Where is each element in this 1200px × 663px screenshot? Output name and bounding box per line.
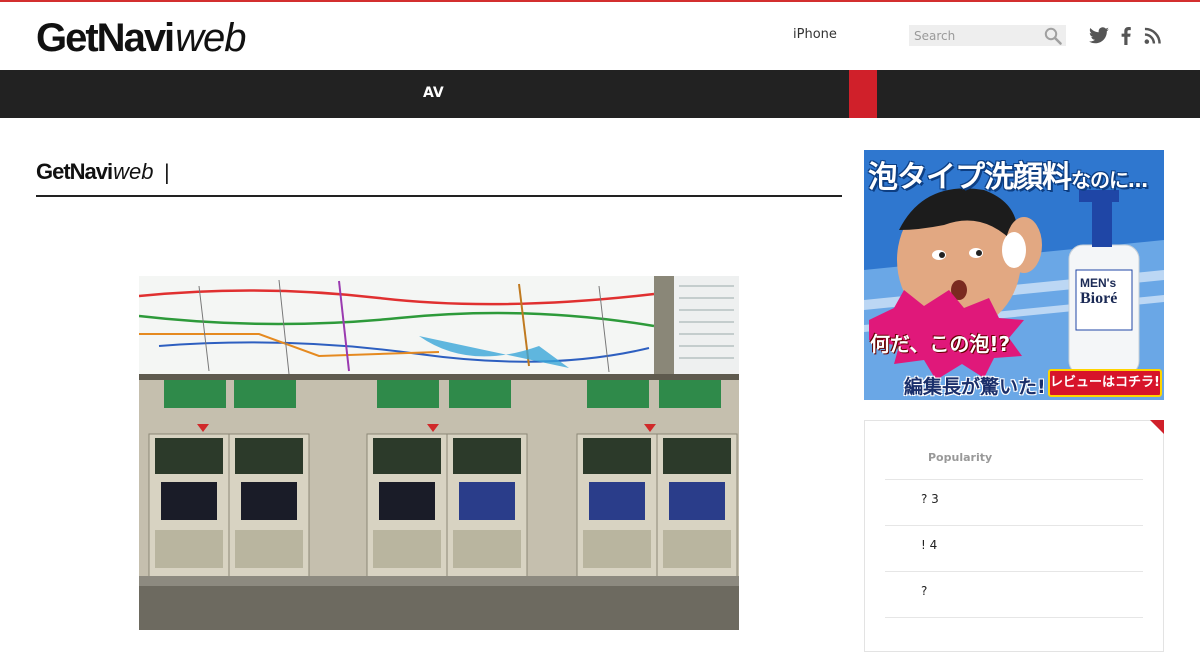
- list-item[interactable]: ?: [885, 571, 1143, 617]
- main-navbar: AV: [0, 70, 1200, 118]
- search-input[interactable]: [909, 25, 1044, 47]
- section-separator: |: [163, 160, 171, 184]
- ad-cta-button[interactable]: レビューはコチラ!: [1048, 369, 1162, 397]
- popularity-title: Popularity: [928, 451, 993, 464]
- ad-brand-line2: Bioré: [1080, 290, 1118, 307]
- twitter-icon[interactable]: [1088, 27, 1110, 45]
- ad-subtext: 編集長が驚いた!: [904, 376, 1046, 398]
- search-box: [909, 25, 1066, 47]
- list-item-label: ?: [921, 584, 928, 598]
- list-item[interactable]: ! 4: [885, 525, 1143, 571]
- section-heading: GetNavi web |: [36, 158, 842, 197]
- rss-icon[interactable]: [1144, 27, 1161, 45]
- popularity-widget: Popularity ? 3 ! 4 ?: [864, 420, 1164, 652]
- list-item-label: ! 4: [921, 538, 938, 552]
- top-accent-line: [0, 0, 1200, 2]
- ad-headline: 泡タイプ洗顔料なのに…: [868, 160, 1148, 195]
- advertisement-banner[interactable]: 泡タイプ洗顔料なのに… MEN's Bioré 何だ、この泡!? 編集長が驚いた…: [864, 150, 1164, 400]
- header-link-iphone[interactable]: iPhone: [793, 27, 837, 42]
- section-logo: GetNavi web |: [36, 159, 171, 185]
- nav-item-av[interactable]: AV: [423, 85, 444, 101]
- nav-accent-block: [849, 70, 877, 118]
- site-logo[interactable]: GetNavi web: [36, 16, 247, 60]
- section-logo-bold: GetNavi: [36, 159, 113, 184]
- ad-burst-text: 何だ、この泡!?: [870, 332, 1011, 356]
- ad-brand-line1: MEN's: [1080, 276, 1117, 290]
- corner-ribbon-icon: [1150, 420, 1164, 434]
- search-icon[interactable]: [1044, 27, 1062, 45]
- article-photo-ticket-machines[interactable]: [139, 276, 739, 630]
- facebook-icon[interactable]: [1120, 27, 1132, 45]
- logo-bold-text: GetNavi: [36, 16, 175, 60]
- list-item[interactable]: [885, 617, 1143, 663]
- popularity-list: ? 3 ! 4 ?: [885, 479, 1143, 663]
- list-item-label: ? 3: [921, 492, 939, 506]
- section-logo-light: web: [113, 159, 154, 184]
- logo-light-text: web: [175, 16, 246, 60]
- list-item[interactable]: ? 3: [885, 479, 1143, 525]
